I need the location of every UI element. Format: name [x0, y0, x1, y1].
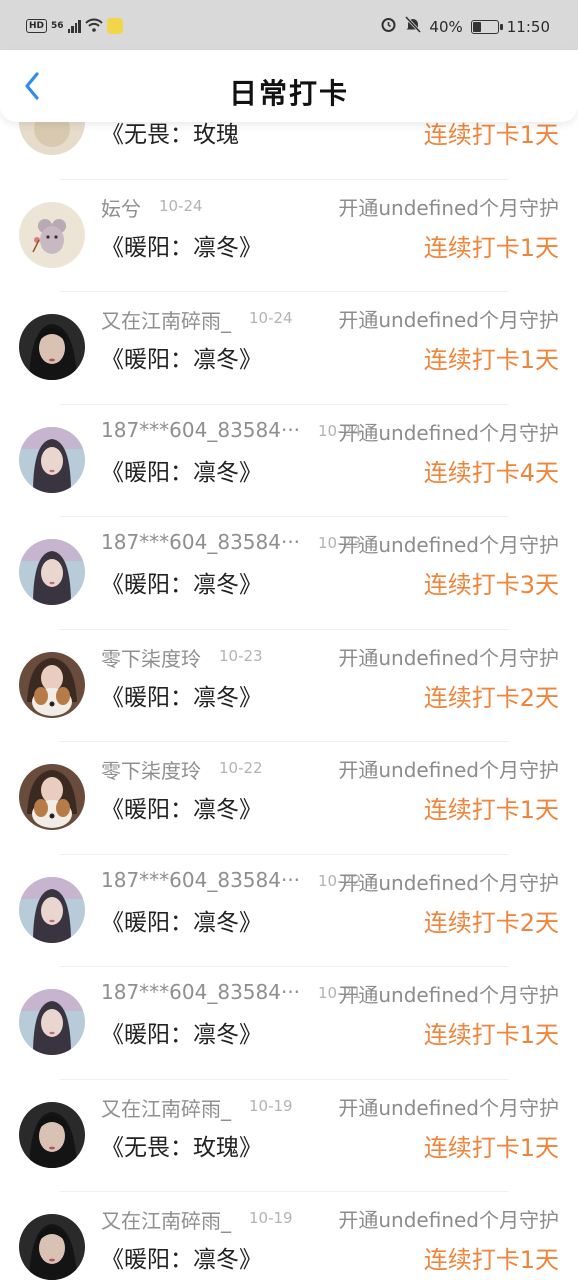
streak-count: 连续打卡1天: [423, 1133, 559, 1162]
avatar[interactable]: [19, 122, 85, 155]
work-title: 《暖阳：凛冬》: [101, 234, 262, 261]
work-title: 《暖阳：凛冬》: [101, 1022, 262, 1048]
avatar[interactable]: [19, 314, 85, 380]
status-left: HD 56: [26, 18, 123, 34]
checkin-list[interactable]: 《无畏：玫瑰 连续打卡1天 妘兮 10-24 开通undefined个月守护 《暖阳：凛冬…: [0, 122, 578, 1280]
status-right: 40% 11:50: [380, 15, 550, 37]
work-title: 《暖阳：凛冬》: [101, 572, 262, 598]
battery-icon: [470, 19, 503, 34]
avatar[interactable]: [19, 989, 85, 1055]
streak-count: 连续打卡1天: [423, 233, 559, 262]
checkin-row[interactable]: 又在江南碎雨_ 10-19 开通undefined个月守护《无畏：玫瑰》 连续打卡1天: [0, 1080, 578, 1192]
checkin-date: 10-19: [249, 1209, 293, 1227]
signal-icon: [67, 19, 81, 33]
streak-count: 连续打卡3天: [423, 571, 559, 599]
user-name: 187***604_83584···: [101, 980, 301, 1004]
battery-percent: 40%: [429, 17, 463, 36]
checkin-date: 10-24: [249, 309, 293, 327]
user-name: 零下柒度玲: [101, 646, 201, 671]
avatar[interactable]: [19, 426, 85, 493]
guard-status: 开通undefined个月守护: [338, 1208, 559, 1232]
alarm-icon: [380, 16, 397, 37]
user-name: 187***604_83584···: [101, 530, 301, 554]
guard-status: 开通undefined个月守护: [338, 758, 559, 782]
checkin-row[interactable]: 妘兮 10-24 开通undefined个月守护《暖阳：凛冬》 连续打卡1天: [0, 180, 578, 292]
checkin-row[interactable]: 187***604_83584··· 10-21 开通undefined个月守护 《暖…: [0, 967, 578, 1080]
guard-status: 开通undefined个月守护: [338, 870, 559, 895]
app-header: 日常打卡: [0, 50, 578, 122]
work-title: 《暖阳：凛冬》: [101, 797, 262, 823]
avatar[interactable]: [19, 1101, 85, 1168]
checkin-list-content: 《无畏：玫瑰 连续打卡1天 妘兮 10-24 开通undefined个月守护 《暖阳：凛冬…: [0, 122, 578, 1280]
checkin-row[interactable]: 187***604_83584··· 10-23 开通undefined个月守护 《暖…: [0, 517, 578, 630]
avatar[interactable]: [19, 1214, 85, 1280]
checkin-row[interactable]: 187***604_83584··· 10-24 开通undefined个月守护 《暖…: [0, 405, 578, 517]
hd-badge: HD: [26, 19, 48, 33]
checkin-date: 10-24: [159, 196, 203, 215]
work-title: 《暖阳：凛冬》: [101, 684, 262, 711]
streak-count: 连续打卡2天: [423, 908, 559, 937]
checkin-row[interactable]: 187***604_83584··· 10-22 开通undefined个月守护 《暖…: [0, 855, 578, 967]
checkin-date: 10-19: [249, 1096, 293, 1115]
avatar[interactable]: [19, 764, 85, 830]
streak-count: 连续打卡1天: [423, 346, 559, 374]
network-type: 56: [51, 21, 64, 31]
streak-count: 连续打卡1天: [423, 1246, 559, 1274]
streak-count: 连续打卡4天: [423, 458, 559, 487]
avatar[interactable]: [19, 539, 85, 605]
avatar[interactable]: [19, 201, 85, 268]
work-title: 《暖阳：凛冬》: [101, 909, 262, 936]
streak-count: 连续打卡2天: [423, 683, 559, 712]
guard-status: 开通undefined个月守护: [338, 1095, 559, 1120]
guard-status: 开通undefined个月守护: [338, 533, 559, 557]
avatar[interactable]: [19, 651, 85, 718]
user-name: 妘兮: [101, 196, 141, 221]
guard-status: 开通undefined个月守护: [338, 420, 559, 445]
streak-count: 连续打卡1天: [423, 796, 559, 824]
checkin-row[interactable]: 《无畏：玫瑰 连续打卡1天: [0, 122, 578, 180]
checkin-date: 10-22: [219, 759, 263, 777]
checkin-row[interactable]: 零下柒度玲 10-23 开通undefined个月守护《暖阳：凛冬》 连续打卡2天: [0, 630, 578, 742]
streak-count: 连续打卡1天: [423, 122, 559, 149]
app-notification-icon: [106, 18, 123, 34]
checkin-row[interactable]: 零下柒度玲 10-22 开通undefined个月守护《暖阳：凛冬》 连续打卡1天: [0, 742, 578, 855]
user-name: 又在江南碎雨_: [101, 1096, 231, 1121]
wifi-icon: [84, 18, 103, 34]
work-title: 《暖阳：凛冬》: [101, 1247, 262, 1273]
user-name: 零下柒度玲: [101, 759, 201, 783]
clock: 11:50: [506, 17, 550, 36]
work-title: 《无畏：玫瑰》: [101, 1134, 262, 1161]
status-bar: HD 56 40% 11:50: [0, 0, 578, 50]
battery-level-fill: [472, 21, 482, 32]
guard-status: 开通undefined个月守护: [338, 645, 559, 670]
guard-status: 开通undefined个月守护: [338, 983, 559, 1007]
work-title: 《暖阳：凛冬》: [101, 459, 262, 486]
mute-icon: [405, 15, 422, 37]
work-title: 《无畏：玫瑰: [101, 122, 239, 148]
user-name: 又在江南碎雨_: [101, 309, 231, 333]
page-title: 日常打卡: [228, 77, 349, 110]
checkin-row[interactable]: 又在江南碎雨_ 10-24 开通undefined个月守护《暖阳：凛冬》 连续打卡1天: [0, 292, 578, 405]
guard-status: 开通undefined个月守护: [338, 308, 559, 332]
user-name: 187***604_83584···: [101, 867, 301, 892]
checkin-row[interactable]: 又在江南碎雨_ 10-19 开通undefined个月守护《暖阳：凛冬》 连续打卡1天: [0, 1192, 578, 1280]
checkin-date: 10-23: [219, 646, 263, 665]
user-name: 187***604_83584···: [101, 417, 301, 442]
streak-count: 连续打卡1天: [423, 1021, 559, 1049]
avatar[interactable]: [19, 876, 85, 943]
guard-status: 开通undefined个月守护: [338, 195, 559, 220]
user-name: 又在江南碎雨_: [101, 1209, 231, 1233]
work-title: 《暖阳：凛冬》: [101, 347, 262, 373]
